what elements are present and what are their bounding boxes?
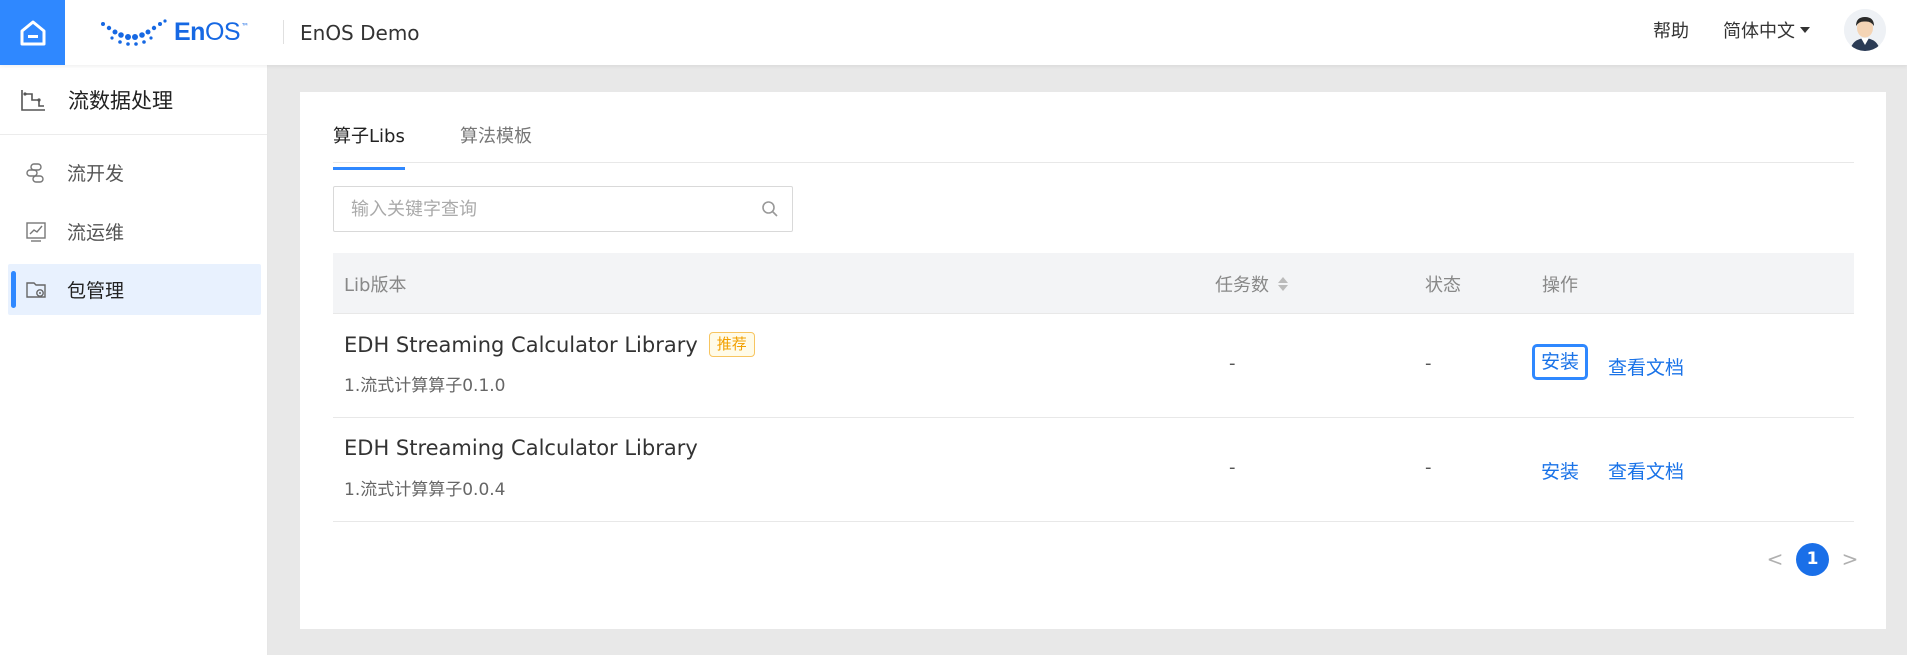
app-title: EnOS Demo — [300, 20, 420, 45]
lib-version: 1.流式计算算子0.0.4 — [344, 480, 506, 500]
install-button[interactable]: 安装 — [1532, 344, 1589, 380]
column-header-task-count[interactable]: 任务数 — [1215, 253, 1288, 314]
package-manage-icon — [25, 279, 47, 301]
column-header-actions: 操作 — [1542, 274, 1578, 296]
lib-table: Lib版本 任务数 状态 操作 EDH Streaming Calculator… — [333, 253, 1854, 522]
task-count: - — [1229, 457, 1236, 478]
top-header: EnOS ™ EnOS Demo 帮助 简体中文 — [0, 0, 1907, 65]
header-divider — [283, 20, 284, 44]
tab-algorithm-templates[interactable]: 算法模板 — [460, 122, 532, 160]
sidebar-title: 流数据处理 — [0, 65, 267, 135]
help-link[interactable]: 帮助 — [1653, 0, 1689, 60]
sidebar-item-stream-dev[interactable]: 流开发 — [8, 147, 261, 198]
column-header-lib-version: Lib版本 — [344, 274, 407, 296]
sidebar: 流数据处理 流开发 流运维 包管理 — [0, 65, 268, 655]
recommended-badge: 推荐 — [708, 332, 755, 357]
sort-icon[interactable] — [1278, 276, 1288, 291]
avatar-icon — [1844, 9, 1886, 51]
sidebar-item-label: 流运维 — [67, 222, 125, 244]
search-input[interactable] — [334, 187, 748, 231]
stream-dev-icon — [25, 162, 47, 184]
enos-dots-icon — [101, 19, 167, 46]
home-button[interactable] — [0, 0, 65, 65]
stream-ops-icon — [25, 221, 47, 243]
status-value: - — [1425, 457, 1432, 478]
sidebar-item-stream-ops[interactable]: 流运维 — [8, 206, 261, 257]
table-row: EDH Streaming Calculator Library 推荐 1.流式… — [333, 314, 1854, 418]
sidebar-item-package-manage[interactable]: 包管理 — [8, 264, 261, 315]
view-docs-link[interactable]: 查看文档 — [1608, 457, 1684, 484]
language-select[interactable]: 简体中文 — [1723, 0, 1810, 60]
prev-page-button[interactable]: < — [1764, 547, 1786, 571]
home-icon — [20, 20, 45, 45]
enos-logo[interactable]: EnOS ™ — [100, 16, 249, 48]
view-docs-link[interactable]: 查看文档 — [1608, 353, 1684, 380]
sidebar-title-label: 流数据处理 — [68, 88, 173, 113]
lib-name-cell: EDH Streaming Calculator Library 推荐 — [344, 332, 755, 357]
status-value: - — [1425, 353, 1432, 374]
sidebar-item-label: 流开发 — [67, 163, 125, 185]
tab-bar: 算子Libs 算法模板 — [333, 92, 1854, 170]
caret-down-icon — [1800, 27, 1810, 33]
logo-wordmark: EnOS — [174, 17, 241, 46]
lib-name: EDH Streaming Calculator Library — [344, 332, 698, 357]
tab-operator-libs[interactable]: 算子Libs — [333, 122, 405, 170]
table-row: EDH Streaming Calculator Library 1.流式计算算… — [333, 418, 1854, 522]
logo-trademark: ™ — [241, 21, 250, 31]
task-count: - — [1229, 353, 1236, 374]
lib-name-cell: EDH Streaming Calculator Library — [344, 436, 698, 460]
main-card: 算子Libs 算法模板 Lib版本 任务数 状态 操作 EDH Streamin… — [300, 92, 1886, 629]
install-button[interactable]: 安装 — [1541, 457, 1579, 484]
lib-version: 1.流式计算算子0.1.0 — [344, 376, 506, 396]
language-label: 简体中文 — [1723, 21, 1795, 42]
flow-chart-icon — [20, 88, 46, 112]
pagination: < 1 > — [1764, 542, 1861, 576]
page-number-button[interactable]: 1 — [1796, 542, 1829, 576]
user-avatar[interactable] — [1844, 9, 1886, 51]
column-header-status: 状态 — [1425, 274, 1461, 296]
table-header: Lib版本 任务数 状态 操作 — [333, 253, 1854, 314]
next-page-button[interactable]: > — [1839, 547, 1861, 571]
sidebar-item-label: 包管理 — [67, 280, 125, 302]
column-header-label: 任务数 — [1215, 274, 1269, 296]
search-icon[interactable] — [748, 200, 792, 218]
search-box — [333, 186, 793, 232]
lib-name: EDH Streaming Calculator Library — [344, 436, 698, 460]
